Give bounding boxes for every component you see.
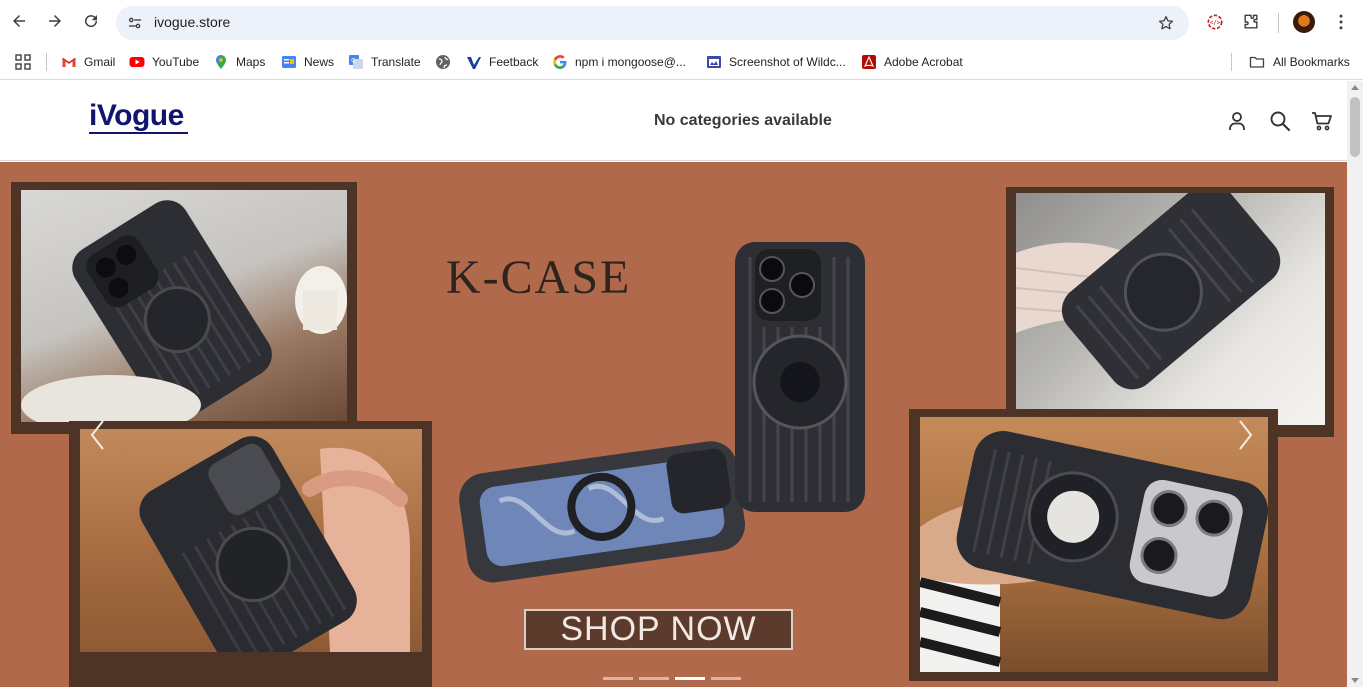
bookmark-label: News	[304, 55, 335, 69]
gmail-icon	[61, 54, 77, 70]
browser-menu-icon[interactable]	[1330, 11, 1352, 33]
site-header: iVogue No categories available	[0, 81, 1347, 161]
bookmark-label: Adobe Acrobat	[884, 55, 963, 69]
scrollbar-thumb[interactable]	[1350, 97, 1360, 157]
bookmark-label: Screenshot of Wildc...	[729, 55, 846, 69]
bookmarks-divider	[46, 53, 47, 71]
cart-icon[interactable]	[1310, 109, 1334, 133]
scroll-up-arrow-icon[interactable]	[1351, 85, 1359, 90]
search-icon[interactable]	[1268, 109, 1292, 133]
bookmark-gmail[interactable]: Gmail	[61, 52, 115, 72]
phone-case-image	[139, 436, 410, 652]
site-info-icon[interactable]	[126, 14, 144, 32]
account-user-icon[interactable]	[1225, 109, 1249, 133]
all-bookmarks-label: All Bookmarks	[1273, 55, 1350, 69]
page-viewport: iVogue No categories available K-CASE SH…	[0, 81, 1347, 687]
bookmark-screenshot[interactable]: Screenshot of Wildc...	[706, 52, 846, 72]
reload-button[interactable]	[79, 9, 103, 33]
chevron-right-icon	[1239, 420, 1253, 450]
shop-now-button[interactable]: SHOP NOW	[524, 609, 793, 650]
phone-case-hero-image	[459, 242, 865, 583]
forward-button[interactable]	[43, 9, 67, 33]
bookmark-maps[interactable]: Maps	[213, 52, 265, 72]
translate-icon: G	[348, 54, 364, 70]
screenshot-icon	[706, 54, 722, 70]
carousel-indicator-active[interactable]	[675, 677, 705, 680]
devtools-extension-icon[interactable]: </>	[1204, 11, 1226, 33]
phone-case-image	[21, 200, 347, 422]
bookmark-translate[interactable]: G Translate	[348, 52, 421, 72]
bookmark-label: Gmail	[84, 55, 116, 69]
bookmark-feetback[interactable]: Feetback	[466, 52, 538, 72]
bookmark-label: Translate	[371, 55, 421, 69]
carousel-prev-button[interactable]	[86, 417, 110, 453]
bookmark-npm-search[interactable]: npm i mongoose@...	[552, 52, 686, 72]
logo-underline	[89, 132, 188, 134]
folder-icon	[1249, 56, 1265, 68]
carousel-indicator[interactable]	[603, 677, 633, 680]
product-photo-bottom-right	[920, 417, 1268, 672]
carousel-indicator[interactable]	[711, 677, 741, 680]
phone-case-image	[1016, 193, 1281, 390]
arrow-left-icon	[13, 15, 25, 27]
reload-icon	[85, 15, 98, 28]
arrow-right-icon	[49, 15, 61, 27]
bookmark-label: YouTube	[152, 55, 200, 69]
all-bookmarks-button[interactable]: All Bookmarks	[1249, 52, 1350, 72]
browser-toolbar: ivogue.store </>	[0, 0, 1363, 45]
news-icon	[281, 54, 297, 70]
scroll-down-arrow-icon[interactable]	[1351, 678, 1359, 683]
bookmark-news[interactable]: News	[281, 52, 334, 72]
bookmark-youtube[interactable]: YouTube	[129, 52, 199, 72]
bookmark-globe[interactable]	[435, 52, 458, 72]
back-button[interactable]	[7, 9, 31, 33]
carousel-next-button[interactable]	[1233, 417, 1257, 453]
bookmark-label: Feetback	[489, 55, 539, 69]
feetback-icon	[466, 54, 482, 70]
google-icon	[552, 54, 568, 70]
bookmarks-bar: Gmail YouTube Maps News G Translate Feet…	[0, 45, 1363, 80]
address-bar[interactable]: ivogue.store	[116, 6, 1189, 40]
carousel-indicator[interactable]	[639, 677, 669, 680]
svg-text:G: G	[351, 58, 356, 65]
bookmark-label: Maps	[236, 55, 266, 69]
product-photo-top-left	[21, 190, 347, 422]
url-text[interactable]: ivogue.store	[154, 14, 230, 30]
svg-text:</>: </>	[1210, 21, 1221, 27]
bookmark-label: npm i mongoose@...	[575, 55, 686, 69]
maps-icon	[213, 54, 229, 70]
globe-icon	[435, 54, 451, 70]
extensions-puzzle-icon[interactable]	[1240, 11, 1262, 33]
page-scrollbar[interactable]	[1347, 81, 1363, 687]
phone-case-image	[920, 431, 1268, 672]
apps-grid-icon[interactable]	[15, 54, 31, 70]
hero-banner-slide[interactable]: K-CASE SHOP NOW	[0, 162, 1347, 687]
youtube-icon	[129, 54, 145, 70]
profile-avatar[interactable]	[1293, 11, 1315, 33]
bookmark-acrobat[interactable]: Adobe Acrobat	[861, 52, 963, 72]
bookmark-star-icon[interactable]	[1157, 14, 1175, 32]
site-logo[interactable]: iVogue	[89, 99, 184, 133]
carousel-indicators	[603, 677, 741, 681]
bookmarks-divider	[1231, 53, 1232, 71]
acrobat-icon	[861, 54, 877, 70]
product-photo-bottom-left	[80, 429, 422, 652]
toolbar-divider	[1278, 13, 1279, 33]
chevron-left-icon	[90, 420, 104, 450]
category-nav-message: No categories available	[654, 112, 832, 129]
product-photo-top-right	[1016, 193, 1325, 425]
